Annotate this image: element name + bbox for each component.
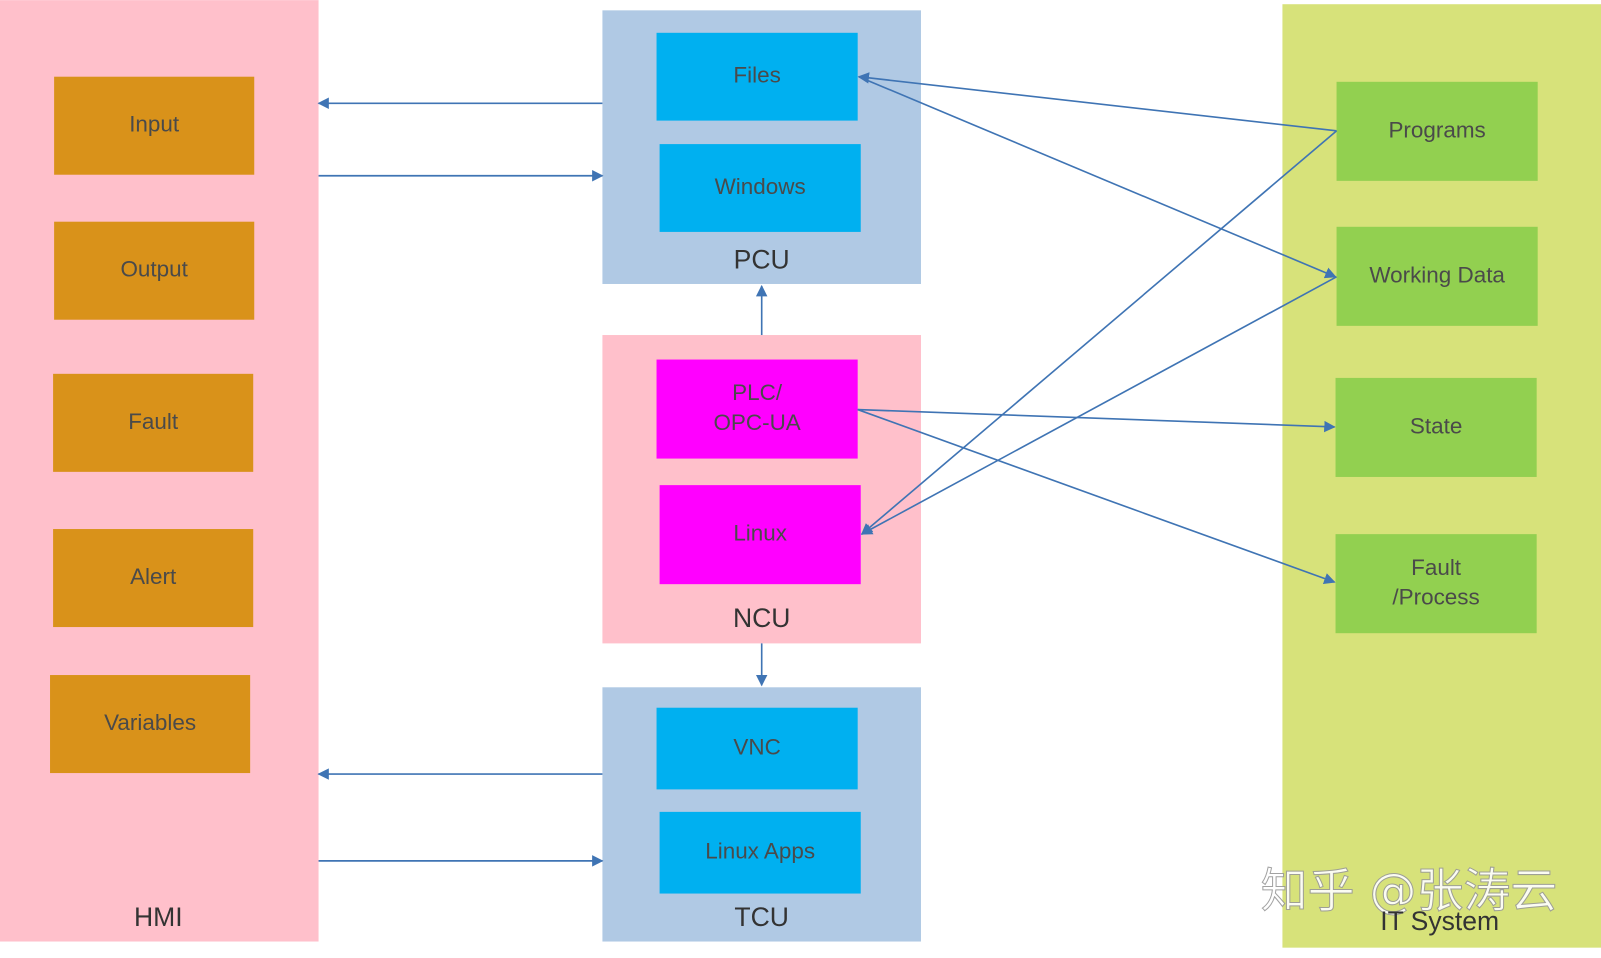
- arrow-programs-to-files: [857, 72, 1337, 132]
- it-item-programs: Programs: [1336, 81, 1538, 181]
- hmi-item-variables: Variables: [50, 675, 251, 774]
- arrow-working-data-to-linux: [860, 276, 1337, 535]
- hmi-item-alert: Alert: [53, 529, 254, 628]
- it-item-working-data: Working Data: [1336, 226, 1538, 326]
- tcu-label: TCU: [734, 902, 789, 932]
- tcu-item-linux-apps: Linux Apps: [659, 811, 861, 894]
- tcu-item-vnc-label: VNC: [733, 734, 780, 759]
- hmi-item-variables-label: Variables: [104, 710, 196, 735]
- hmi-item-input: Input: [54, 76, 255, 175]
- arrow-files-to-working-data: [858, 75, 1337, 279]
- hmi-label: HMI: [134, 902, 183, 932]
- tcu-item-vnc: VNC: [656, 707, 858, 790]
- it-item-state-label: State: [1410, 413, 1462, 438]
- ncu-item-plc-opc-ua: PLC/OPC-UA: [656, 359, 858, 459]
- hmi-item-input-label: Input: [129, 112, 180, 137]
- pcu-item-windows-label: Windows: [715, 174, 806, 199]
- arrow-programs-to-linux: [860, 130, 1338, 535]
- hmi-item-alert-label: Alert: [130, 564, 177, 589]
- hmi-item-output-label: Output: [120, 257, 188, 282]
- pcu-item-windows: Windows: [659, 144, 861, 232]
- ncu-item-linux-label: Linux: [733, 521, 787, 546]
- pcu-label: PCU: [734, 245, 790, 275]
- it-item-fault-process: Fault/Process: [1335, 534, 1537, 634]
- hmi-item-fault: Fault: [53, 373, 254, 472]
- pcu-item-files-label: Files: [733, 63, 780, 88]
- it-item-fault-process-label: Fault: [1411, 555, 1462, 580]
- arrow-plc-opc-ua-to-fault-process: [857, 408, 1336, 584]
- ncu-item-plc-opc-ua-label: OPC-UA: [713, 410, 800, 435]
- ncu-item-linux: Linux: [659, 485, 861, 585]
- tcu-item-linux-apps-label: Linux Apps: [705, 839, 815, 864]
- ncu-label: NCU: [733, 603, 790, 633]
- it-item-fault-process-label: /Process: [1392, 584, 1479, 609]
- it-item-working-data-label: Working Data: [1369, 262, 1505, 287]
- it-system-label: IT System: [1380, 906, 1499, 936]
- arrow-plc-opc-ua-to-state: [857, 408, 1336, 433]
- architecture-diagram: Input Output Fault Alert Variables Files Windo…: [0, 0, 1601, 948]
- hmi-item-fault-label: Fault: [128, 409, 179, 434]
- pcu-item-files: Files: [656, 32, 858, 121]
- it-item-state: State: [1335, 377, 1537, 477]
- it-item-programs-label: Programs: [1388, 117, 1485, 142]
- hmi-item-output: Output: [54, 221, 255, 320]
- ncu-item-plc-opc-ua-label: PLC/: [732, 380, 783, 405]
